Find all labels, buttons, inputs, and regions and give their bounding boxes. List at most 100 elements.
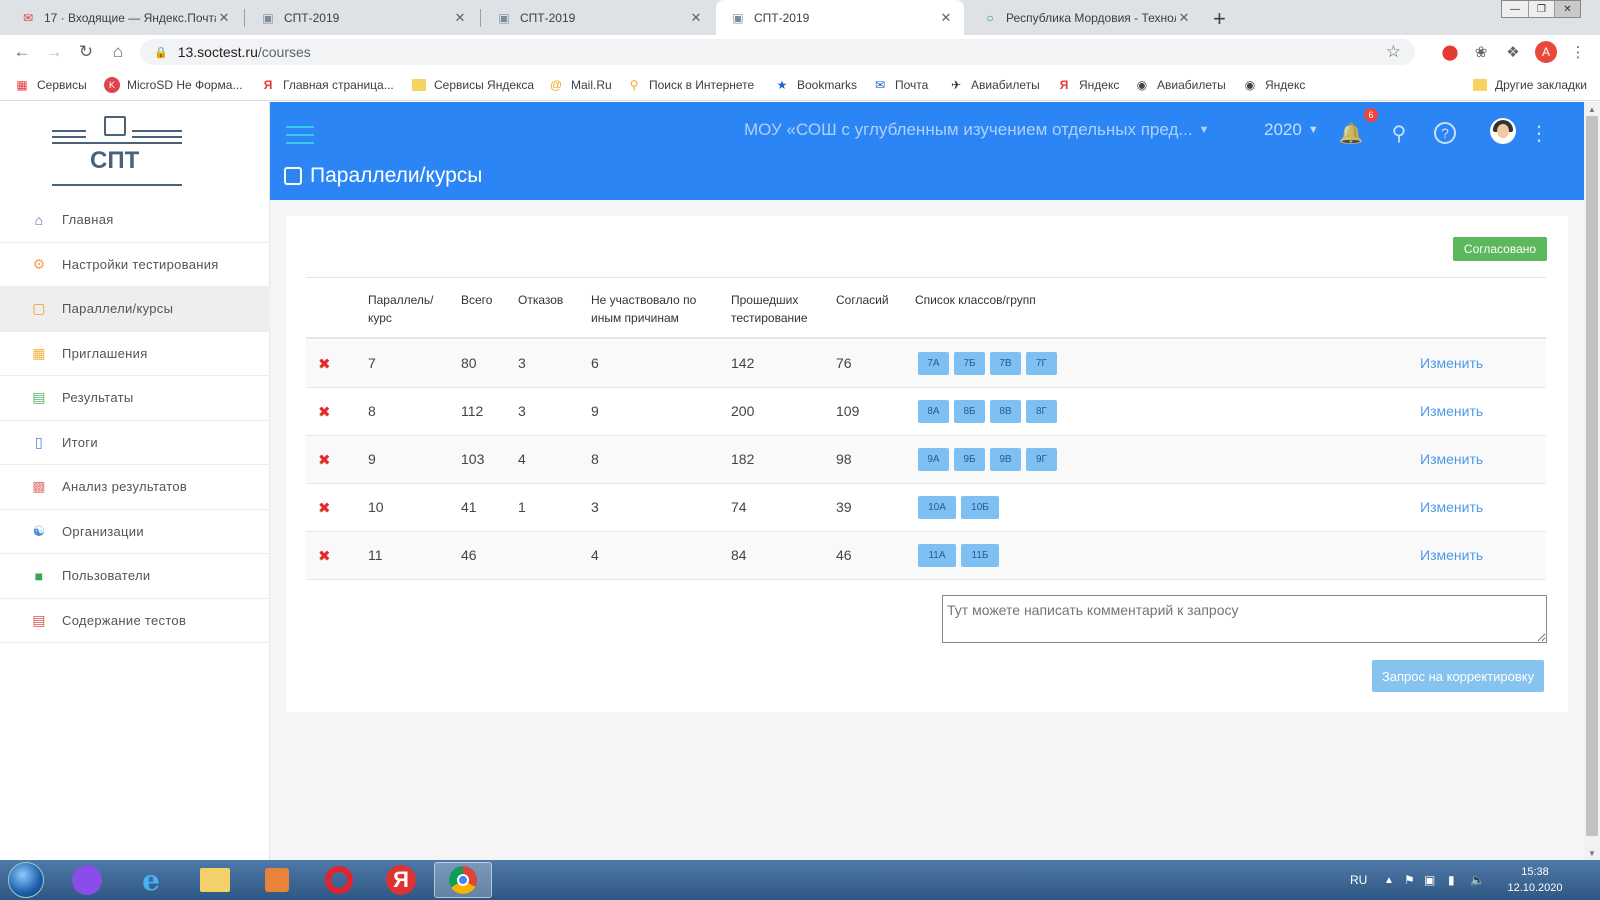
bookmark-bookmarks[interactable]: ★ Bookmarks	[774, 77, 857, 93]
class-chip[interactable]: 9А	[918, 448, 949, 471]
close-tab-icon[interactable]: ✕	[216, 10, 232, 26]
class-chip[interactable]: 8А	[918, 400, 949, 423]
class-chip[interactable]: 11А	[918, 544, 956, 567]
year-selector[interactable]: 2020 ▼	[1264, 120, 1319, 140]
profile-avatar[interactable]: A	[1535, 41, 1557, 63]
scroll-down-icon[interactable]: ▼	[1584, 846, 1600, 860]
class-chip[interactable]: 9Г	[1026, 448, 1057, 471]
delete-row-icon[interactable]: ✖	[318, 355, 331, 373]
bookmark-star-icon[interactable]: ☆	[1386, 42, 1401, 62]
class-chip[interactable]: 7В	[990, 352, 1021, 375]
tray-expand-icon[interactable]: ▲	[1384, 860, 1394, 900]
bookmark-services[interactable]: ▦ Сервисы	[14, 77, 86, 93]
bookmark-yandex-1[interactable]: Я Яндекс	[1056, 77, 1120, 93]
opera-taskbar-icon[interactable]	[310, 862, 368, 898]
bookmark-mailru[interactable]: @ Mail.Ru	[548, 77, 612, 93]
bookmark-yandex-main[interactable]: Я Главная страница...	[260, 77, 394, 93]
bookmark-search[interactable]: ⚲ Поиск в Интернете	[626, 77, 755, 93]
class-chip[interactable]: 9В	[990, 448, 1021, 471]
restore-icon[interactable]: ❐	[1528, 1, 1554, 17]
browser-tab-spt-2[interactable]: ▣ СПТ-2019 ✕	[482, 0, 714, 35]
browser-tab-yandex-mail[interactable]: ✉ 17 · Входящие — Яндекс.Почта ✕	[6, 0, 242, 35]
language-indicator[interactable]: RU	[1350, 860, 1367, 900]
sidebar-item-invitations[interactable]: ▦ Приглашения	[0, 332, 270, 376]
sidebar-item-totals[interactable]: ▯ Итоги	[0, 421, 270, 465]
sidebar-item-results[interactable]: ▤ Результаты	[0, 376, 270, 421]
class-chip[interactable]: 8В	[990, 400, 1021, 423]
page-scrollbar[interactable]: ▲ ▼	[1584, 102, 1600, 860]
start-button-icon[interactable]	[8, 862, 44, 898]
edit-link[interactable]: Изменить	[1420, 355, 1483, 371]
chrome-taskbar-icon[interactable]	[434, 862, 492, 898]
sidebar-item-home[interactable]: ⌂ Главная	[0, 198, 270, 243]
class-chip[interactable]: 10А	[918, 496, 956, 519]
bookmark-other[interactable]: Другие закладки	[1472, 77, 1587, 93]
bell-icon[interactable]: 🔔	[1338, 120, 1364, 146]
close-tab-icon[interactable]: ✕	[452, 10, 468, 26]
taskbar-clock[interactable]: 15:38 12.10.2020	[1505, 864, 1565, 896]
more-vertical-icon[interactable]: ⋮	[1526, 120, 1552, 146]
browser-menu-icon[interactable]: ⋮	[1568, 42, 1588, 62]
tray-flag-icon[interactable]: ⚑	[1404, 860, 1415, 900]
back-arrow-icon[interactable]: ←	[10, 35, 34, 69]
tray-device-icon[interactable]: ▣	[1424, 860, 1435, 900]
close-tab-icon[interactable]: ✕	[1176, 10, 1192, 26]
class-chip[interactable]: 7Г	[1026, 352, 1057, 375]
reload-icon[interactable]: ↻	[74, 35, 98, 69]
network-icon[interactable]: ▮	[1448, 860, 1455, 900]
sidebar-item-analysis[interactable]: ▩ Анализ результатов	[0, 465, 270, 510]
browser-tab-spt-active[interactable]: ▣ СПТ-2019 ✕	[716, 0, 964, 35]
scroll-thumb[interactable]	[1586, 116, 1598, 836]
class-chip[interactable]: 10Б	[961, 496, 999, 519]
media-player-taskbar-icon[interactable]	[248, 862, 306, 898]
class-chip[interactable]: 11Б	[961, 544, 999, 567]
search-icon[interactable]: ⚲	[1386, 120, 1412, 146]
bookmark-microsd[interactable]: K MicroSD Не Форма...	[104, 77, 242, 93]
minimize-icon[interactable]: —	[1502, 1, 1528, 17]
bookmark-avia-1[interactable]: ✈ Авиабилеты	[948, 77, 1040, 93]
extensions-puzzle-icon[interactable]: ❖	[1503, 42, 1523, 62]
bookmark-mail[interactable]: ✉ Почта	[872, 77, 928, 93]
delete-row-icon[interactable]: ✖	[318, 499, 331, 517]
org-selector[interactable]: МОУ «СОШ с углубленным изучением отдельн…	[744, 120, 1209, 140]
bug-ext-icon[interactable]: ❀	[1471, 42, 1491, 62]
edit-link[interactable]: Изменить	[1420, 451, 1483, 467]
sidebar-item-users[interactable]: ■ Пользователи	[0, 554, 270, 599]
scroll-up-icon[interactable]: ▲	[1584, 102, 1600, 116]
volume-icon[interactable]: 🔈	[1470, 860, 1485, 900]
sidebar-item-test-settings[interactable]: ⚙ Настройки тестирования	[0, 243, 270, 287]
bookmark-yandex-services[interactable]: Сервисы Яндекса	[411, 77, 534, 93]
browser-tab-spt-1[interactable]: ▣ СПТ-2019 ✕	[246, 0, 478, 35]
class-chip[interactable]: 9Б	[954, 448, 985, 471]
delete-row-icon[interactable]: ✖	[318, 403, 331, 421]
comment-input[interactable]	[942, 595, 1547, 643]
browser-tab-tehnol[interactable]: ○ Республика Мордовия - Технол ✕	[968, 0, 1202, 35]
sidebar-item-organizations[interactable]: ☯ Организации	[0, 510, 270, 554]
class-chip[interactable]: 8Б	[954, 400, 985, 423]
edit-link[interactable]: Изменить	[1420, 499, 1483, 515]
opera-ext-icon[interactable]: ⬤	[1440, 42, 1460, 62]
forward-arrow-icon[interactable]: →	[42, 35, 66, 69]
hamburger-menu-icon[interactable]	[286, 126, 314, 150]
help-icon[interactable]: ?	[1434, 122, 1456, 144]
close-window-icon[interactable]: ✕	[1554, 1, 1580, 17]
edit-link[interactable]: Изменить	[1420, 547, 1483, 563]
class-chip[interactable]: 7Б	[954, 352, 985, 375]
bookmark-yandex-2[interactable]: ◉ Яндекс	[1242, 77, 1306, 93]
home-icon[interactable]: ⌂	[106, 35, 130, 69]
close-tab-icon[interactable]: ✕	[938, 10, 954, 26]
alice-taskbar-icon[interactable]	[58, 862, 116, 898]
close-tab-icon[interactable]: ✕	[688, 10, 704, 26]
delete-row-icon[interactable]: ✖	[318, 547, 331, 565]
status-agreed-button[interactable]: Согласовано	[1453, 237, 1547, 261]
explorer-taskbar-icon[interactable]	[186, 862, 244, 898]
new-tab-plus-icon[interactable]: +	[1213, 6, 1226, 32]
class-chip[interactable]: 8Г	[1026, 400, 1057, 423]
edit-link[interactable]: Изменить	[1420, 403, 1483, 419]
sidebar-item-test-content[interactable]: ▤ Содержание тестов	[0, 599, 270, 643]
class-chip[interactable]: 7А	[918, 352, 949, 375]
ie-taskbar-icon[interactable]: e	[122, 862, 180, 898]
avatar[interactable]	[1490, 118, 1516, 144]
bookmark-avia-2[interactable]: ◉ Авиабилеты	[1134, 77, 1226, 93]
request-correction-button[interactable]: Запрос на корректировку	[1372, 660, 1544, 692]
